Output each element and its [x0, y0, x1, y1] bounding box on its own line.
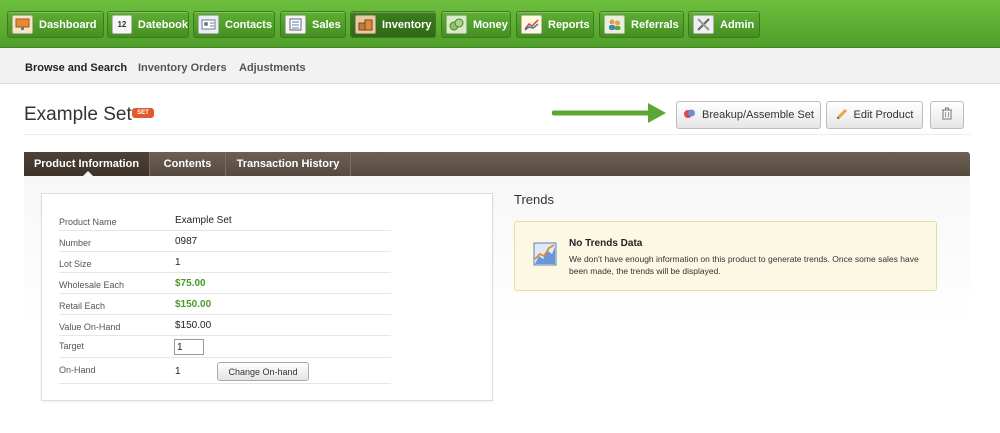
nav-contacts-label: Contacts: [225, 18, 273, 31]
sub-nav: Browse and Search Inventory Orders Adjus…: [0, 48, 1000, 84]
nav-inventory[interactable]: Inventory: [350, 11, 436, 38]
nav-contacts[interactable]: Contacts: [193, 11, 275, 38]
nav-dashboard[interactable]: Dashboard: [7, 11, 104, 38]
nav-datebook[interactable]: 12 Datebook: [107, 11, 189, 38]
main-nav: Dashboard 12 Datebook Contacts Sales Inv…: [0, 0, 1000, 48]
dashboard-icon: [12, 15, 33, 34]
chart-icon: [521, 15, 542, 34]
nav-admin-label: Admin: [720, 18, 755, 31]
on-hand-value: 1: [175, 366, 181, 377]
edit-product-button[interactable]: Edit Product: [826, 101, 923, 129]
trends-heading: Trends: [514, 192, 554, 207]
subnav-adjustments[interactable]: Adjustments: [239, 62, 306, 74]
trash-icon: [941, 107, 953, 123]
row-number: Number 0987: [59, 233, 391, 252]
change-on-hand-button[interactable]: Change On-hand: [217, 362, 309, 381]
wholesale-label: Wholesale Each: [59, 280, 125, 290]
calendar-icon: 12: [112, 15, 132, 34]
no-trends-message: We don't have enough information on this…: [569, 254, 919, 276]
pointer-arrow-icon: [552, 103, 666, 123]
people-icon: [604, 15, 625, 34]
breakup-assemble-button[interactable]: Breakup/Assemble Set: [676, 101, 821, 129]
boxes-icon: [355, 15, 376, 34]
active-tab-indicator: [83, 171, 93, 176]
tab-bar: Product Information Contents Transaction…: [24, 152, 970, 176]
row-value-on-hand: Value On-Hand $150.00: [59, 317, 391, 336]
retail-value: $150.00: [175, 299, 212, 310]
number-value: 0987: [175, 236, 198, 247]
nav-datebook-label: Datebook: [137, 18, 188, 31]
delete-button[interactable]: [930, 101, 964, 129]
set-badge: SET: [132, 108, 154, 118]
no-trends-title: No Trends Data: [569, 238, 643, 249]
nav-referrals-label: Referrals: [631, 18, 679, 31]
nav-money-label: Money: [473, 18, 508, 31]
tools-icon: [693, 15, 714, 34]
target-label: Target: [59, 341, 85, 351]
lot-size-value: 1: [175, 257, 181, 268]
edit-product-label: Edit Product: [853, 109, 914, 121]
number-label: Number: [59, 238, 92, 248]
page-title: Example Set: [24, 104, 132, 125]
row-product-name: Product Name Example Set: [59, 212, 391, 231]
retail-label: Retail Each: [59, 301, 106, 311]
nav-referrals[interactable]: Referrals: [599, 11, 684, 38]
breakup-icon: [683, 108, 696, 123]
product-name-value: Example Set: [175, 215, 232, 226]
tab-transaction-history[interactable]: Transaction History: [226, 152, 351, 176]
no-trends-notice: No Trends Data We don't have enough info…: [514, 221, 937, 291]
address-card-icon: [198, 15, 219, 34]
nav-reports-label: Reports: [548, 18, 590, 31]
nav-admin[interactable]: Admin: [688, 11, 760, 38]
nav-inventory-label: Inventory: [382, 18, 432, 31]
row-retail: Retail Each $150.00: [59, 296, 391, 315]
lot-size-label: Lot Size: [59, 259, 92, 269]
subnav-inventory-orders[interactable]: Inventory Orders: [138, 62, 227, 74]
wholesale-value: $75.00: [175, 278, 206, 289]
pencil-icon: [836, 108, 848, 123]
product-name-label: Product Name: [59, 217, 117, 227]
subnav-browse-search[interactable]: Browse and Search: [25, 62, 127, 74]
target-input[interactable]: [174, 339, 204, 355]
header-divider: [24, 134, 970, 135]
nav-money[interactable]: Money: [441, 11, 511, 38]
nav-reports[interactable]: Reports: [516, 11, 594, 38]
on-hand-label: On-Hand: [59, 365, 96, 375]
product-info-card: Product Name Example Set Number 0987 Lot…: [41, 193, 493, 401]
trend-chart-icon: [533, 242, 557, 269]
nav-dashboard-label: Dashboard: [39, 18, 97, 31]
breakup-assemble-label: Breakup/Assemble Set: [702, 109, 814, 121]
row-lot-size: Lot Size 1: [59, 254, 391, 273]
row-target: Target: [59, 338, 391, 358]
tab-contents[interactable]: Contents: [150, 152, 226, 176]
value-on-hand-label: Value On-Hand: [59, 322, 121, 332]
value-on-hand-value: $150.00: [175, 320, 212, 331]
nav-sales-label: Sales: [312, 18, 341, 31]
row-wholesale: Wholesale Each $75.00: [59, 275, 391, 294]
money-icon: [446, 15, 467, 34]
register-icon: [285, 15, 306, 34]
nav-sales[interactable]: Sales: [280, 11, 346, 38]
